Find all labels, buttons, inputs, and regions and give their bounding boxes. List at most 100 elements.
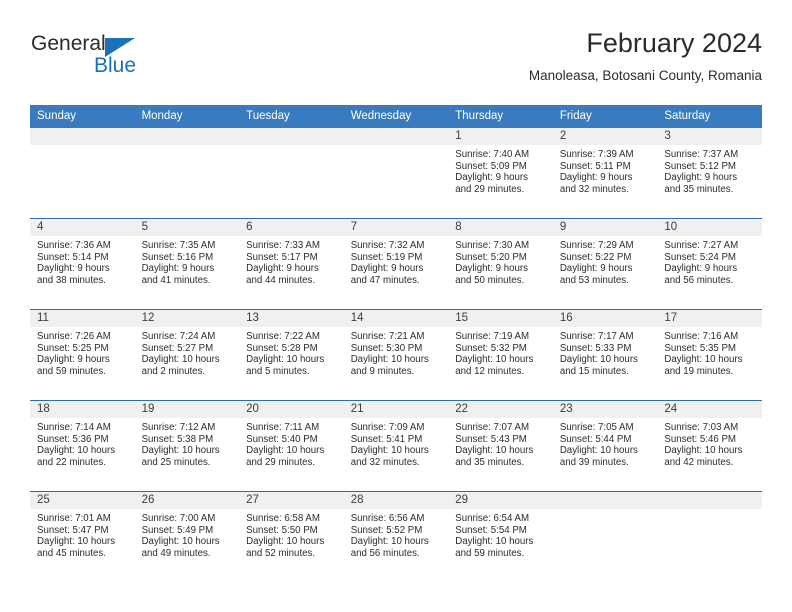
calendar-day-cell[interactable]: 6 Sunrise: 7:33 AM Sunset: 5:17 PM Daylight… [239, 218, 344, 310]
daylight-text: and 56 minutes. [664, 274, 734, 286]
title-block: February 2024 Manoleasa, Botosani County… [529, 26, 762, 86]
sun-times-details: Sunrise: 7:30 AM Sunset: 5:20 PM Daylight:… [448, 236, 553, 286]
day-number: 15 [448, 310, 553, 327]
calendar-week-row: 4 Sunrise: 7:36 AM Sunset: 5:14 PM Daylight… [30, 218, 762, 310]
calendar-day-cell[interactable]: 23 Sunrise: 7:05 AM Sunset: 5:44 PM Dayligh… [552, 400, 658, 492]
day-number [657, 492, 762, 509]
sunrise-text: Sunrise: 7:03 AM [664, 422, 739, 433]
daylight-text: and 5 minutes. [246, 365, 310, 377]
sun-times-details: Sunrise: 6:58 AM Sunset: 5:50 PM Daylight:… [239, 509, 344, 559]
sunset-text: Sunset: 5:20 PM [455, 251, 527, 263]
sun-times-details: Sunrise: 7:26 AM Sunset: 5:25 PM Daylight:… [30, 327, 135, 377]
day-cell-content [134, 128, 240, 218]
daylight-text: Daylight: 10 hours [246, 354, 325, 366]
day-cell-content: 27 Sunrise: 6:58 AM Sunset: 5:50 PM Dayligh… [239, 492, 344, 582]
daylight-text: Daylight: 10 hours [455, 445, 534, 457]
calendar-day-cell[interactable]: 16 Sunrise: 7:17 AM Sunset: 5:33 PM Dayligh… [552, 309, 658, 401]
calendar-day-cell[interactable]: 7 Sunrise: 7:32 AM Sunset: 5:19 PM Daylight… [343, 218, 449, 310]
daylight-text: and 44 minutes. [246, 274, 316, 286]
calendar-day-cell[interactable]: 12 Sunrise: 7:24 AM Sunset: 5:27 PM Dayligh… [134, 309, 240, 401]
sun-times-details: Sunrise: 7:11 AM Sunset: 5:40 PM Daylight:… [239, 418, 344, 468]
calendar-day-cell[interactable]: 8 Sunrise: 7:30 AM Sunset: 5:20 PM Daylight… [448, 218, 553, 310]
calendar-day-cell[interactable]: 9 Sunrise: 7:29 AM Sunset: 5:22 PM Daylight… [552, 218, 658, 310]
day-number: 18 [30, 401, 135, 418]
daylight-text: Daylight: 9 hours [141, 263, 215, 275]
calendar-day-cell[interactable]: 29 Sunrise: 6:54 AM Sunset: 5:54 PM Dayligh… [448, 491, 553, 582]
calendar-day-cell[interactable]: 10 Sunrise: 7:27 AM Sunset: 5:24 PM Dayligh… [657, 218, 762, 310]
calendar-day-cell[interactable]: 20 Sunrise: 7:11 AM Sunset: 5:40 PM Dayligh… [239, 400, 344, 492]
calendar-day-cell[interactable]: 13 Sunrise: 7:22 AM Sunset: 5:28 PM Dayligh… [239, 309, 344, 401]
sunrise-text: Sunrise: 6:54 AM [455, 513, 530, 524]
sunrise-text: Sunrise: 7:17 AM [559, 331, 634, 342]
calendar-day-cell[interactable]: 26 Sunrise: 7:00 AM Sunset: 5:49 PM Dayligh… [134, 491, 240, 582]
calendar-day-cell[interactable]: 11 Sunrise: 7:26 AM Sunset: 5:25 PM Dayligh… [30, 309, 135, 401]
daylight-text: and 29 minutes. [246, 456, 316, 468]
sunrise-text: Sunrise: 7:07 AM [455, 422, 530, 433]
calendar-day-cell[interactable]: 24 Sunrise: 7:03 AM Sunset: 5:46 PM Dayligh… [657, 400, 762, 492]
sunset-text: Sunset: 5:09 PM [455, 160, 527, 172]
calendar-day-cell[interactable]: 4 Sunrise: 7:36 AM Sunset: 5:14 PM Daylight… [30, 218, 135, 310]
calendar-day-cell[interactable]: 19 Sunrise: 7:12 AM Sunset: 5:38 PM Dayligh… [134, 400, 240, 492]
daylight-text: Daylight: 10 hours [141, 445, 220, 457]
day-cell-content [343, 128, 449, 218]
calendar-day-cell[interactable]: 3 Sunrise: 7:37 AM Sunset: 5:12 PM Daylight… [657, 128, 762, 219]
calendar-day-cell[interactable]: 22 Sunrise: 7:07 AM Sunset: 5:43 PM Dayligh… [448, 400, 553, 492]
sunset-text: Sunset: 5:25 PM [37, 342, 109, 354]
sun-times-details: Sunrise: 7:29 AM Sunset: 5:22 PM Daylight:… [553, 236, 658, 286]
calendar-day-cell[interactable]: 28 Sunrise: 6:56 AM Sunset: 5:52 PM Dayligh… [343, 491, 449, 582]
calendar-day-cell-empty [343, 128, 449, 219]
day-number: 1 [448, 128, 553, 145]
day-number [239, 128, 344, 145]
sun-times-details: Sunrise: 7:32 AM Sunset: 5:19 PM Daylight:… [344, 236, 449, 286]
daylight-text: and 35 minutes. [664, 183, 734, 195]
calendar-day-cell[interactable]: 15 Sunrise: 7:19 AM Sunset: 5:32 PM Dayligh… [448, 309, 553, 401]
daylight-text: Daylight: 10 hours [350, 354, 429, 366]
daylight-text: and 50 minutes. [455, 274, 525, 286]
weekday-header-thursday: Thursday [448, 105, 553, 128]
sun-times-details: Sunrise: 7:36 AM Sunset: 5:14 PM Daylight:… [30, 236, 135, 286]
sunrise-text: Sunrise: 7:22 AM [246, 331, 320, 342]
day-number: 22 [448, 401, 553, 418]
sunrise-text: Sunrise: 6:58 AM [246, 513, 320, 524]
day-cell-content: 20 Sunrise: 7:11 AM Sunset: 5:40 PM Dayligh… [239, 401, 344, 491]
sunrise-text: Sunrise: 7:27 AM [664, 240, 739, 251]
sunrise-text: Sunrise: 7:37 AM [664, 149, 739, 160]
calendar-day-cell[interactable]: 5 Sunrise: 7:35 AM Sunset: 5:16 PM Daylight… [134, 218, 240, 310]
sunset-text: Sunset: 5:17 PM [246, 251, 318, 263]
sun-times-details: Sunrise: 7:14 AM Sunset: 5:36 PM Daylight:… [30, 418, 135, 468]
calendar-day-cell[interactable]: 2 Sunrise: 7:39 AM Sunset: 5:11 PM Daylight… [552, 128, 658, 219]
calendar-day-cell[interactable]: 18 Sunrise: 7:14 AM Sunset: 5:36 PM Dayligh… [30, 400, 135, 492]
daylight-text: Daylight: 10 hours [455, 536, 534, 548]
calendar-day-cell[interactable]: 17 Sunrise: 7:16 AM Sunset: 5:35 PM Dayligh… [657, 309, 762, 401]
sunset-text: Sunset: 5:36 PM [37, 433, 109, 445]
sun-times-details: Sunrise: 6:54 AM Sunset: 5:54 PM Daylight:… [448, 509, 553, 559]
calendar-day-cell[interactable]: 25 Sunrise: 7:01 AM Sunset: 5:47 PM Dayligh… [30, 491, 135, 582]
daylight-text: Daylight: 9 hours [350, 263, 424, 275]
daylight-text: Daylight: 9 hours [559, 172, 633, 184]
day-cell-content: 29 Sunrise: 6:54 AM Sunset: 5:54 PM Dayligh… [448, 492, 553, 582]
day-number: 25 [30, 492, 135, 509]
day-cell-content: 19 Sunrise: 7:12 AM Sunset: 5:38 PM Dayligh… [134, 401, 240, 491]
day-cell-content [239, 128, 344, 218]
calendar-header-row: Sunday Monday Tuesday Wednesday Thursday Frid… [30, 105, 762, 128]
sunrise-text: Sunrise: 7:35 AM [141, 240, 216, 251]
page-title: February 2024 [586, 28, 762, 58]
calendar-day-cell[interactable]: 21 Sunrise: 7:09 AM Sunset: 5:41 PM Dayligh… [343, 400, 449, 492]
daylight-text: Daylight: 9 hours [559, 263, 633, 275]
day-cell-content: 7 Sunrise: 7:32 AM Sunset: 5:19 PM Daylight… [343, 219, 449, 309]
day-number: 4 [30, 219, 135, 236]
day-number: 28 [343, 492, 449, 509]
day-number: 24 [657, 401, 762, 418]
calendar-day-cell[interactable]: 27 Sunrise: 6:58 AM Sunset: 5:50 PM Dayligh… [239, 491, 344, 582]
calendar-week-row: 25 Sunrise: 7:01 AM Sunset: 5:47 PM Dayligh… [30, 491, 762, 582]
day-cell-content: 9 Sunrise: 7:29 AM Sunset: 5:22 PM Daylight… [552, 219, 658, 309]
daylight-text: and 49 minutes. [141, 547, 211, 559]
general-blue-logo[interactable]: General Blue [31, 32, 211, 88]
sunset-text: Sunset: 5:27 PM [141, 342, 214, 354]
logo-text-blue: Blue [94, 54, 137, 77]
calendar-day-cell[interactable]: 14 Sunrise: 7:21 AM Sunset: 5:30 PM Dayligh… [343, 309, 449, 401]
calendar-day-cell[interactable]: 1 Sunrise: 7:40 AM Sunset: 5:09 PM Daylight… [448, 128, 553, 219]
daylight-text: and 12 minutes. [455, 365, 525, 377]
calendar-day-cell-empty [30, 128, 135, 219]
daylight-text: Daylight: 10 hours [37, 536, 116, 548]
